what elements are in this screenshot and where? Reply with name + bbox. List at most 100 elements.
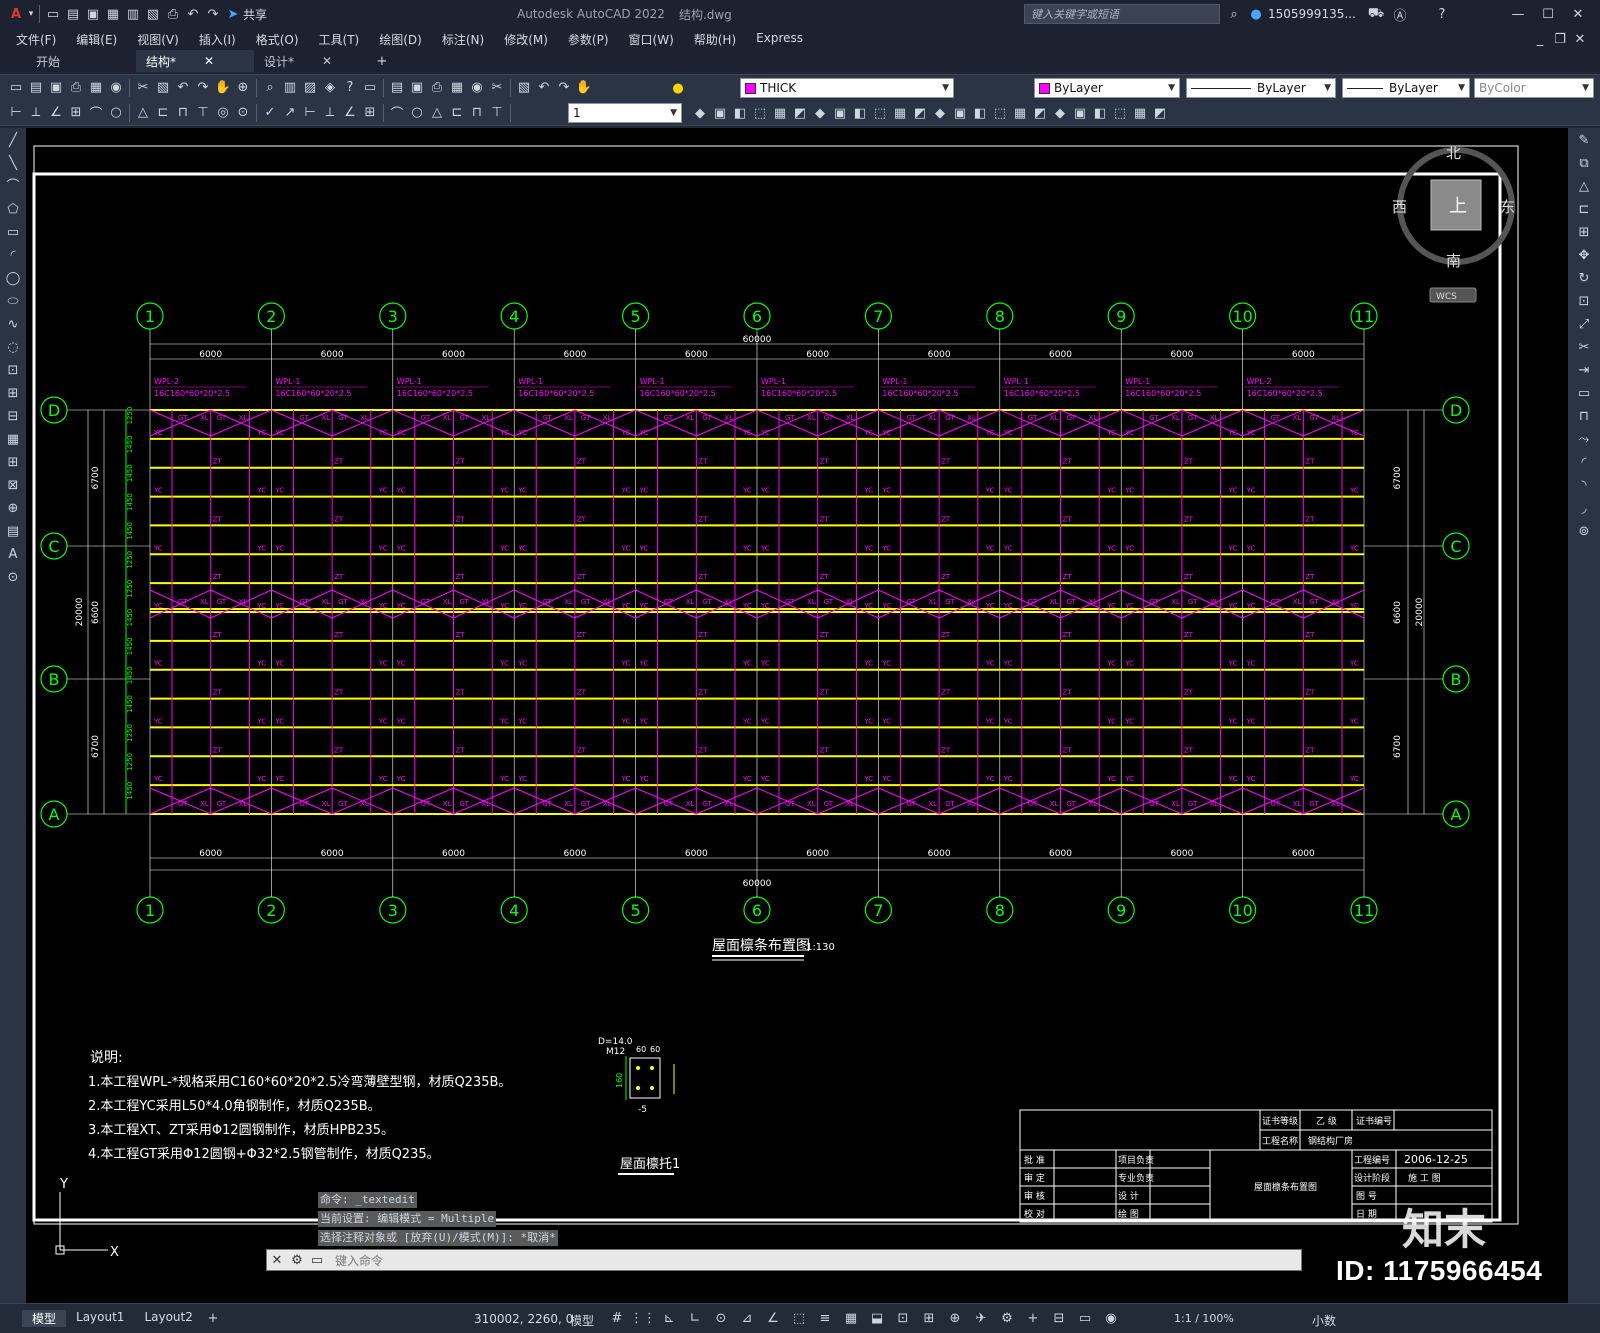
standard-tool-21-icon[interactable]: ▦ xyxy=(447,78,467,98)
right-tool-13-icon[interactable]: ⤳ xyxy=(1574,430,1594,450)
status-toggle-4-icon[interactable]: ⊙ xyxy=(708,1308,734,1328)
draw-tool-8-icon[interactable]: ⊓ xyxy=(173,103,193,123)
save-icon[interactable]: ▣ xyxy=(83,4,103,24)
dim-tool-14-icon[interactable]: ◧ xyxy=(970,103,990,123)
standard-tool-23-icon[interactable]: ✂ xyxy=(487,78,507,98)
a360-icon[interactable]: Ⓐ xyxy=(1390,4,1410,24)
dim-tool-10-icon[interactable]: ▦ xyxy=(890,103,910,123)
status-toggle-17-icon[interactable]: ⊟ xyxy=(1046,1308,1072,1328)
status-toggle-14-icon[interactable]: ✈ xyxy=(968,1308,994,1328)
draw-tool-19-icon[interactable]: ○ xyxy=(407,103,427,123)
menu-item-2[interactable]: 视图(V) xyxy=(127,31,189,48)
left-tool-13-icon[interactable]: ▦ xyxy=(3,430,23,450)
color-select[interactable]: ByLayer ▼ xyxy=(1034,78,1180,98)
status-toggle-18-icon[interactable]: ▭ xyxy=(1072,1308,1098,1328)
layer-select[interactable]: THICK ▼ xyxy=(740,78,954,98)
draw-tool-10-icon[interactable]: ◎ xyxy=(213,103,233,123)
new-file-icon[interactable]: ▭ xyxy=(43,4,63,24)
draw-tool-0-icon[interactable]: ⊢ xyxy=(6,103,26,123)
draw-tool-2-icon[interactable]: ∠ xyxy=(46,103,66,123)
menu-item-6[interactable]: 绘图(D) xyxy=(369,31,432,48)
dim-tool-1-icon[interactable]: ▣ xyxy=(710,103,730,123)
right-tool-2-icon[interactable]: △ xyxy=(1574,177,1594,197)
tab-start[interactable]: 开始 xyxy=(26,50,136,72)
left-tool-8-icon[interactable]: ∿ xyxy=(3,315,23,335)
right-tool-1-icon[interactable]: ⧉ xyxy=(1574,154,1594,174)
command-history-icon[interactable]: ▭ xyxy=(307,1250,327,1270)
standard-tool-4-icon[interactable]: ▦ xyxy=(86,78,106,98)
menu-item-8[interactable]: 修改(M) xyxy=(494,31,558,48)
drawing-canvas[interactable]: 1 1 2 2 3 3 4 4 5 5 6 6 7 7 8 8 9 9 10 10 11 11 D D C C B B A A 60000… xyxy=(26,128,1568,1303)
menu-item-10[interactable]: 窗口(W) xyxy=(619,31,684,48)
standard-tool-13-icon[interactable]: ▥ xyxy=(280,78,300,98)
menu-item-3[interactable]: 插入(I) xyxy=(189,31,246,48)
annotation-scale[interactable]: 1:1 / 100% xyxy=(1174,1312,1234,1325)
status-toggle-15-icon[interactable]: ⚙ xyxy=(994,1308,1020,1328)
left-tool-15-icon[interactable]: ⊠ xyxy=(3,476,23,496)
standard-tool-20-icon[interactable]: ⎙ xyxy=(427,78,447,98)
tab-design[interactable]: 设计* ✕ xyxy=(254,50,372,72)
left-tool-11-icon[interactable]: ⊞ xyxy=(3,384,23,404)
dim-tool-2-icon[interactable]: ◧ xyxy=(730,103,750,123)
right-tool-11-icon[interactable]: ▭ xyxy=(1574,384,1594,404)
menu-item-11[interactable]: 帮助(H) xyxy=(684,31,746,48)
left-tool-18-icon[interactable]: A xyxy=(3,545,23,565)
status-toggle-7-icon[interactable]: ⬚ xyxy=(786,1308,812,1328)
save-as-icon[interactable]: ▦ xyxy=(103,4,123,24)
menu-item-4[interactable]: 格式(O) xyxy=(246,31,309,48)
dim-tool-19-icon[interactable]: ▣ xyxy=(1070,103,1090,123)
dim-tool-13-icon[interactable]: ▣ xyxy=(950,103,970,123)
dim-tool-23-icon[interactable]: ◩ xyxy=(1150,103,1170,123)
standard-tool-17-icon[interactable]: ▭ xyxy=(360,78,380,98)
left-tool-9-icon[interactable]: ◌ xyxy=(3,338,23,358)
standard-tool-8-icon[interactable]: ↶ xyxy=(173,78,193,98)
draw-tool-21-icon[interactable]: ⊏ xyxy=(447,103,467,123)
standard-tool-18-icon[interactable]: ▤ xyxy=(387,78,407,98)
right-tool-14-icon[interactable]: ◜ xyxy=(1574,453,1594,473)
left-tool-5-icon[interactable]: ◜ xyxy=(3,246,23,266)
standard-tool-12-icon[interactable]: ⌕ xyxy=(260,78,280,98)
dim-tool-0-icon[interactable]: ◆ xyxy=(690,103,710,123)
print-icon[interactable]: ⎙ xyxy=(163,4,183,24)
right-tool-9-icon[interactable]: ✂ xyxy=(1574,338,1594,358)
new-tab-icon[interactable]: + xyxy=(372,51,392,71)
standard-tool-26-icon[interactable]: ↷ xyxy=(554,78,574,98)
command-line[interactable]: ✕ ⚙ ▭ 键入命令 xyxy=(266,1249,1302,1271)
left-tool-4-icon[interactable]: ▭ xyxy=(3,223,23,243)
right-tool-4-icon[interactable]: ⊞ xyxy=(1574,223,1594,243)
menu-item-0[interactable]: 文件(F) xyxy=(6,31,66,48)
autocad-logo-icon[interactable]: A xyxy=(6,4,26,24)
left-tool-17-icon[interactable]: ▤ xyxy=(3,522,23,542)
draw-tool-12-icon[interactable]: ✓ xyxy=(260,103,280,123)
standard-tool-3-icon[interactable]: ⎙ xyxy=(66,78,86,98)
draw-tool-14-icon[interactable]: ⊢ xyxy=(300,103,320,123)
standard-tool-24-icon[interactable]: ▧ xyxy=(514,78,534,98)
status-toggle-0-icon[interactable]: # xyxy=(604,1308,630,1328)
command-input[interactable]: 键入命令 xyxy=(335,1252,383,1269)
status-toggle-19-icon[interactable]: ◉ xyxy=(1098,1308,1124,1328)
linetype-select[interactable]: ByLayer ▼ xyxy=(1186,78,1336,98)
tab-close-icon[interactable]: ✕ xyxy=(204,54,214,68)
draw-tool-23-icon[interactable]: ⊤ xyxy=(487,103,507,123)
standard-tool-5-icon[interactable]: ◉ xyxy=(106,78,126,98)
left-tool-14-icon[interactable]: ⊞ xyxy=(3,453,23,473)
user-name[interactable]: 1505999135... xyxy=(1268,7,1356,21)
menu-item-1[interactable]: 编辑(E) xyxy=(66,31,127,48)
left-tool-3-icon[interactable]: ⬠ xyxy=(3,200,23,220)
close-icon[interactable]: ✕ xyxy=(267,1250,287,1270)
viewcube[interactable]: 上 北 南 西 东 WCS xyxy=(1392,144,1515,303)
standard-tool-14-icon[interactable]: ▨ xyxy=(300,78,320,98)
right-tool-12-icon[interactable]: ⊓ xyxy=(1574,407,1594,427)
layout-tab-2[interactable]: Layout2 xyxy=(134,1310,202,1327)
publish-icon[interactable]: ▥ xyxy=(123,4,143,24)
dim-tool-3-icon[interactable]: ⬚ xyxy=(750,103,770,123)
standard-tool-2-icon[interactable]: ▣ xyxy=(46,78,66,98)
dim-tool-21-icon[interactable]: ⬚ xyxy=(1110,103,1130,123)
dim-tool-16-icon[interactable]: ▦ xyxy=(1010,103,1030,123)
dim-tool-4-icon[interactable]: ▦ xyxy=(770,103,790,123)
standard-tool-0-icon[interactable]: ▭ xyxy=(6,78,26,98)
right-tool-7-icon[interactable]: ⊡ xyxy=(1574,292,1594,312)
standard-tool-7-icon[interactable]: ▧ xyxy=(153,78,173,98)
minimize-icon[interactable]: — xyxy=(1508,4,1528,24)
status-toggle-6-icon[interactable]: ∠ xyxy=(760,1308,786,1328)
